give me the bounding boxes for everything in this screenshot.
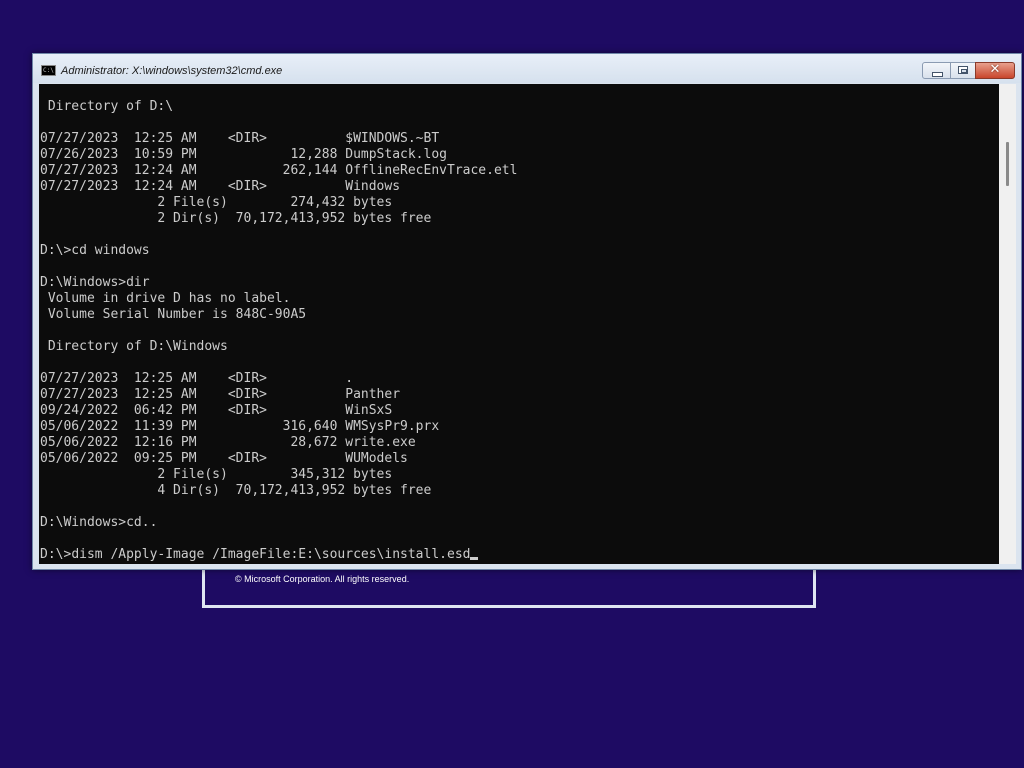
maximize-button[interactable] bbox=[950, 62, 976, 79]
console-line: 2 Dir(s) 70,172,413,952 bytes free bbox=[40, 211, 432, 226]
window-title: Administrator: X:\windows\system32\cmd.e… bbox=[61, 65, 283, 77]
text-cursor bbox=[470, 557, 479, 560]
console-output[interactable]: Directory of D:\ 07/27/2023 12:25 AM <DIR… bbox=[39, 84, 999, 564]
vertical-scrollbar[interactable] bbox=[999, 84, 1016, 564]
command-prompt: D:\> bbox=[40, 547, 72, 562]
minimize-icon bbox=[932, 72, 943, 77]
console-line: 2 File(s) 345,312 bytes bbox=[40, 467, 393, 482]
close-icon: ✕ bbox=[989, 62, 1001, 77]
console-line: 07/27/2023 12:25 AM <DIR> Panther bbox=[40, 387, 401, 402]
console-line: 05/06/2022 09:25 PM <DIR> WUModels bbox=[40, 451, 408, 466]
console-line: 07/26/2023 10:59 PM 12,288 DumpStack.log bbox=[40, 147, 447, 162]
scrollbar-thumb[interactable] bbox=[1006, 142, 1009, 186]
console-line: D:\Windows>dir bbox=[40, 275, 150, 290]
command-input[interactable]: dism /Apply-Image /ImageFile:E:\sources\… bbox=[71, 547, 470, 562]
title-bar[interactable]: C:\ Administrator: X:\windows\system32\c… bbox=[33, 54, 1021, 83]
console-line: 07/27/2023 12:25 AM <DIR> . bbox=[40, 371, 354, 386]
console-line: 05/06/2022 11:39 PM 316,640 WMSysPr9.prx bbox=[40, 419, 440, 434]
console-line: D:\>cd windows bbox=[40, 243, 150, 258]
minimize-button[interactable] bbox=[922, 62, 951, 79]
console-line: 05/06/2022 12:16 PM 28,672 write.exe bbox=[40, 435, 416, 450]
console-line: Directory of D:\ bbox=[40, 99, 174, 114]
caption-buttons: ✕ bbox=[922, 62, 1015, 80]
console-line: 09/24/2022 06:42 PM <DIR> WinSxS bbox=[40, 403, 393, 418]
console-line: Volume in drive D has no label. bbox=[40, 291, 291, 306]
restore-icon bbox=[958, 66, 968, 74]
command-input-line[interactable]: D:\>dism /Apply-Image /ImageFile:E:\sour… bbox=[40, 547, 517, 563]
console-line: 4 Dir(s) 70,172,413,952 bytes free bbox=[40, 483, 432, 498]
close-button[interactable]: ✕ bbox=[975, 62, 1015, 79]
console-line: 07/27/2023 12:24 AM 262,144 OfflineRecEn… bbox=[40, 163, 518, 178]
console-line: Directory of D:\Windows bbox=[40, 339, 228, 354]
console-line: Volume Serial Number is 848C-90A5 bbox=[40, 307, 307, 322]
cmd-window[interactable]: C:\ Administrator: X:\windows\system32\c… bbox=[32, 53, 1022, 570]
copyright-text: © Microsoft Corporation. All rights rese… bbox=[235, 574, 410, 584]
cmd-app-icon[interactable]: C:\ bbox=[41, 65, 56, 76]
console-lines: Directory of D:\ 07/27/2023 12:25 AM <DIR… bbox=[40, 99, 517, 563]
console-line: 07/27/2023 12:24 AM <DIR> Windows bbox=[40, 179, 401, 194]
console-line: 07/27/2023 12:25 AM <DIR> $WINDOWS.~BT bbox=[40, 131, 440, 146]
console-line: D:\Windows>cd.. bbox=[40, 515, 158, 530]
console-line: 2 File(s) 274,432 bytes bbox=[40, 195, 393, 210]
